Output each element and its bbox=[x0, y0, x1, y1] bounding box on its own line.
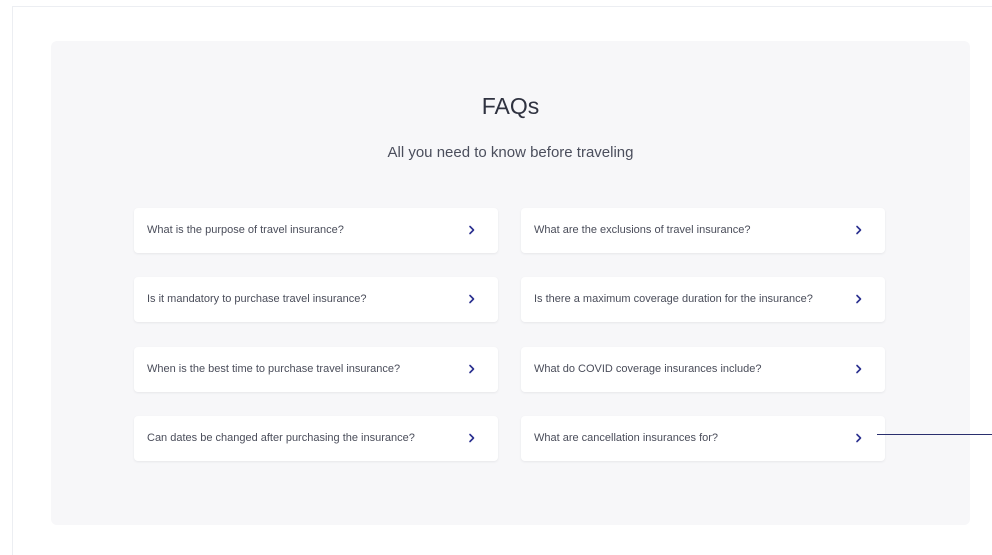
faq-subtitle: All you need to know before traveling bbox=[387, 144, 634, 161]
chevron-right-icon bbox=[469, 433, 475, 443]
faq-item-covid[interactable]: What do COVID coverage insurances includ… bbox=[521, 347, 885, 392]
chevron-right-icon bbox=[469, 294, 475, 304]
faq-item-mandatory[interactable]: Is it mandatory to purchase travel insur… bbox=[134, 277, 498, 322]
chevron-right-icon bbox=[469, 364, 475, 374]
faq-question-label: Can dates be changed after purchasing th… bbox=[147, 432, 415, 444]
faq-section: FAQs All you need to know before traveli… bbox=[51, 41, 970, 525]
faq-title: FAQs bbox=[481, 93, 540, 119]
faq-item-best-time[interactable]: When is the best time to purchase travel… bbox=[134, 347, 498, 392]
faq-item-cancellation[interactable]: What are cancellation insurances for? bbox=[521, 416, 885, 461]
faq-question-label: What are cancellation insurances for? bbox=[534, 432, 719, 444]
faq-question-label: When is the best time to purchase travel… bbox=[147, 363, 401, 375]
chevron-right-icon bbox=[469, 225, 475, 235]
chevron-right-icon bbox=[856, 225, 862, 235]
faq-question-label: What are the exclusions of travel insura… bbox=[534, 224, 751, 236]
faq-item-exclusions[interactable]: What are the exclusions of travel insura… bbox=[521, 208, 885, 253]
faq-question-label: What is the purpose of travel insurance? bbox=[147, 224, 344, 236]
chevron-right-icon bbox=[856, 364, 862, 374]
faq-question-label: Is there a maximum coverage duration for… bbox=[534, 293, 813, 305]
faq-question-label: Is it mandatory to purchase travel insur… bbox=[147, 293, 367, 305]
faq-item-change-dates[interactable]: Can dates be changed after purchasing th… bbox=[134, 416, 498, 461]
faq-question-label: What do COVID coverage insurances includ… bbox=[534, 363, 762, 375]
faq-item-purpose[interactable]: What is the purpose of travel insurance? bbox=[134, 208, 498, 253]
chevron-right-icon bbox=[856, 433, 862, 443]
annotation-callout-line bbox=[877, 434, 992, 435]
chevron-right-icon bbox=[856, 294, 862, 304]
faq-item-max-duration[interactable]: Is there a maximum coverage duration for… bbox=[521, 277, 885, 322]
